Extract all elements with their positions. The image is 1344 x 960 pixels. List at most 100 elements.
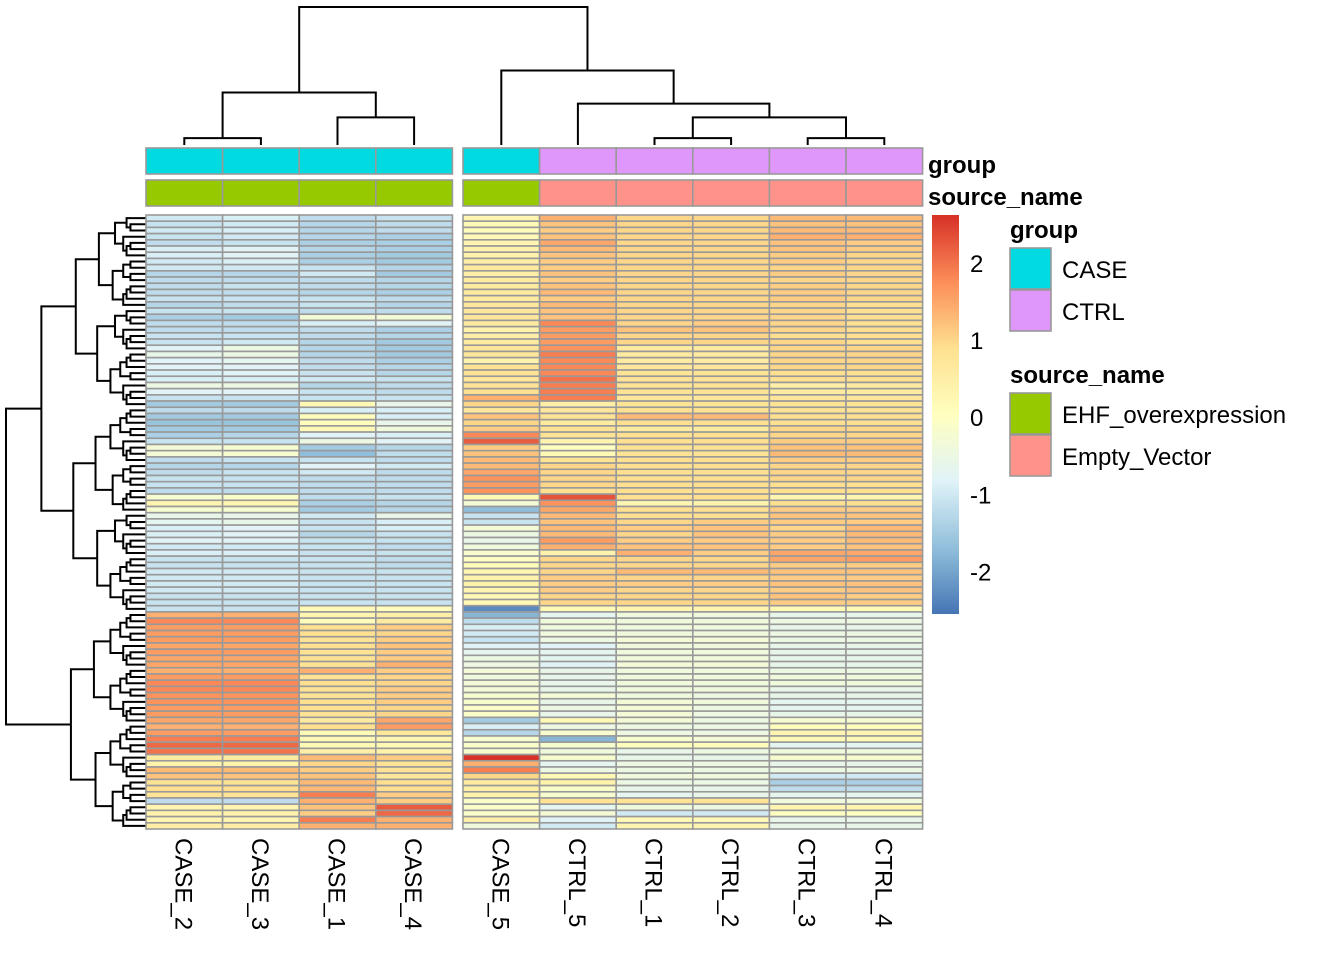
heatmap-cell: [615, 294, 694, 303]
heatmap-cell: [615, 437, 694, 446]
heatmap-cell: [845, 418, 924, 427]
heatmap-cell: [374, 338, 454, 347]
heatmap-cell: [221, 394, 301, 402]
heatmap-cell: [221, 580, 301, 588]
heatmap-cell: [538, 784, 617, 793]
row-dendrogram-branch: [5, 407, 71, 726]
heatmap-cell: [538, 301, 617, 309]
heatmap-cell: [538, 728, 617, 737]
heatmap-cell: [538, 369, 617, 378]
heatmap-cell: [298, 499, 377, 508]
heatmap-cell: [768, 617, 847, 626]
heatmap-cell: [462, 710, 541, 719]
heatmap-cell: [615, 778, 694, 787]
heatmap-cell: [538, 338, 617, 347]
heatmap-cell: [845, 226, 924, 235]
row-dendrogram-branch: [129, 744, 146, 753]
heatmap-cell: [462, 784, 541, 793]
heatmap-cell: [298, 790, 377, 799]
heatmap-cell: [221, 697, 301, 706]
group-annotation-cell: [768, 147, 847, 175]
row-dendrogram-branch: [119, 417, 131, 434]
heatmap-cell: [768, 790, 847, 799]
heatmap-cell: [298, 747, 377, 756]
heatmap-cell: [298, 511, 377, 520]
heatmap-cell: [221, 350, 301, 359]
heatmap-cell: [691, 505, 771, 514]
heatmap-cell: [374, 276, 454, 285]
heatmap-cell: [221, 505, 301, 514]
heatmap-cell: [691, 344, 771, 353]
heatmap-cell: [221, 282, 301, 291]
heatmap-cell: [768, 418, 847, 427]
heatmap-cell: [691, 809, 771, 818]
heatmap-cell: [845, 660, 924, 669]
heatmap-cell: [462, 412, 541, 421]
heatmap-cell: [298, 282, 377, 291]
heatmap-cell: [374, 660, 454, 669]
column-dendrogram-branch: [500, 69, 675, 145]
heatmap-cell: [145, 294, 224, 303]
source-name-annotation-bar: [145, 179, 924, 207]
heatmap-cell: [145, 226, 224, 235]
heatmap-cell: [768, 474, 847, 483]
heatmap-cell: [298, 425, 377, 433]
heatmap-cell: [374, 487, 454, 495]
row-dendrogram-branch: [74, 258, 99, 355]
heatmap-cell: [768, 722, 847, 731]
heatmap-cell: [615, 276, 694, 285]
heatmap-cell: [374, 604, 454, 613]
heatmap-cell: [845, 530, 924, 539]
heatmap-cell: [298, 648, 377, 657]
heatmap-cell: [845, 350, 924, 359]
heatmap-cell: [462, 536, 541, 545]
row-dendrogram-branch: [111, 790, 124, 822]
heatmap-cell: [538, 313, 617, 322]
heatmap-cell: [845, 542, 924, 551]
heatmap-cell: [374, 301, 454, 309]
heatmap-cell: [374, 679, 454, 688]
heatmap-cell: [768, 462, 847, 471]
row-dendrogram-branch: [122, 468, 131, 483]
heatmap-cell: [615, 747, 694, 756]
heatmap-cell: [221, 673, 301, 681]
heatmap-cell: [145, 797, 224, 805]
heatmap-cell: [615, 797, 694, 805]
row-dendrogram-branch: [122, 784, 131, 799]
heatmap-cell: [145, 387, 224, 396]
heatmap-cell: [374, 350, 454, 359]
heatmap-cell: [538, 790, 617, 799]
heatmap-cell: [691, 462, 771, 471]
heatmap-cell: [538, 803, 617, 812]
heatmap-cell: [374, 344, 454, 353]
heatmap-cell: [221, 245, 301, 254]
heatmap-cell: [298, 319, 377, 328]
heatmap-cell: [462, 660, 541, 669]
heatmap-cell: [145, 821, 224, 830]
heatmap-cell: [768, 697, 847, 706]
heatmap-cell: [221, 778, 301, 787]
heatmap-cell: [615, 412, 694, 421]
column-dendrogram: [183, 6, 886, 145]
heatmap-cell: [145, 468, 224, 477]
heatmap-cell: [145, 505, 224, 514]
heatmap-cell: [374, 425, 454, 433]
heatmap-cell: [462, 350, 541, 359]
heatmap-cell: [768, 530, 847, 539]
heatmap-cell: [691, 772, 771, 781]
group-annotation-bar: [145, 147, 924, 175]
colorbar-tick-label: -2: [970, 560, 991, 587]
heatmap-cell: [615, 518, 694, 526]
heatmap-cell: [691, 511, 771, 520]
heatmap-cell: [221, 679, 301, 688]
heatmap-cell: [845, 685, 924, 694]
heatmap-cell: [768, 288, 847, 297]
heatmap-cell: [462, 400, 541, 409]
heatmap-cell: [768, 251, 847, 260]
heatmap-cell: [462, 778, 541, 787]
heatmap-cell: [145, 735, 224, 743]
heatmap-cell: [221, 629, 301, 638]
heatmap-cell: [691, 251, 771, 260]
heatmap-cell: [845, 282, 924, 291]
heatmap-cell: [374, 468, 454, 477]
